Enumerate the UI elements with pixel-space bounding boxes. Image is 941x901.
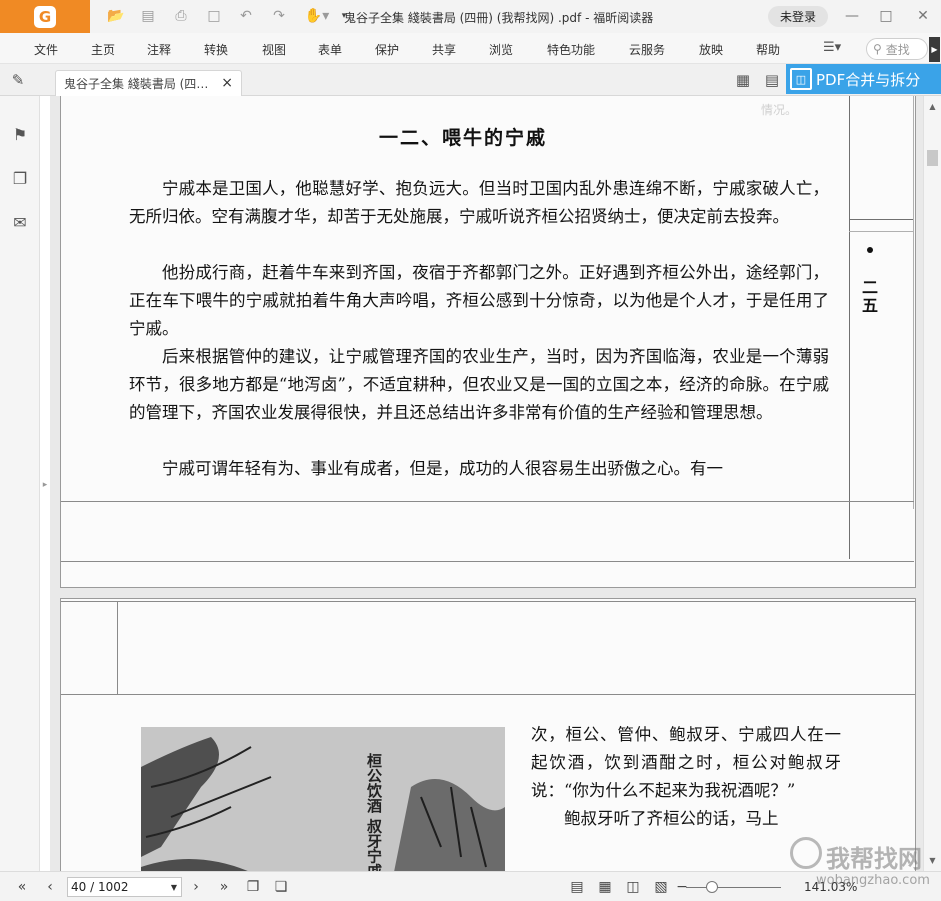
paragraph: 次，桓公、管仲、鲍叔牙、宁戚四人在一起饮酒，饮到酒酣之时，桓公对鲍叔牙说：“你为… — [531, 725, 841, 800]
paragraph: 宁戚本是卫国人，他聪慧好学、抱负远大。但当时卫国内乱外患连绵不断，宁戚家破人亡，… — [129, 179, 829, 226]
window-title: 鬼谷子全集 綫裝書局 (四冊) (我帮找网) .pdf - 福昕阅读器 — [344, 11, 654, 25]
app-logo[interactable]: G — [0, 0, 90, 33]
menu-bar: 文件 主页 注释 转换 视图 表单 保护 共享 浏览 特色功能 云服务 放映 帮… — [0, 33, 941, 64]
tab-label: 鬼谷子全集 綫裝書局 (四冊) (我帮找网) .pdf — [64, 77, 214, 91]
login-button[interactable]: 未登录 — [768, 6, 828, 27]
menu-slideshow[interactable]: 放映 — [699, 41, 723, 58]
sidebar-expand-icon[interactable]: ▸ — [40, 478, 50, 492]
menu-form[interactable]: 表单 — [318, 41, 342, 58]
document-view[interactable]: 情况。 二五 一二、喂牛的宁戚 宁戚本是卫国人，他聪慧好学、抱负远大。但当时卫国… — [50, 96, 923, 871]
promo-label: PDF合并与拆分 — [816, 70, 921, 89]
ribbon-expand-icon[interactable]: ▶ — [929, 37, 940, 62]
menu-file[interactable]: 文件 — [34, 41, 58, 58]
menu-protect[interactable]: 保护 — [375, 41, 399, 58]
pdf-page-25: 情况。 二五 一二、喂牛的宁戚 宁戚本是卫国人，他聪慧好学、抱负远大。但当时卫国… — [60, 96, 916, 588]
paragraph: 后来根据管仲的建议，让宁戚管理齐国的农业生产，当时，因为齐国临海，农业是一个薄弱… — [129, 347, 829, 422]
foxit-logo-icon: G — [34, 5, 56, 28]
minimize-icon[interactable]: — — [840, 5, 864, 27]
ink-illustration: 桓公饮酒 叔牙宁戚 — [141, 727, 505, 871]
menu-share[interactable]: 共享 — [432, 41, 456, 58]
scroll-thumb[interactable] — [927, 150, 938, 166]
paragraph: 鲍叔牙听了齐桓公的话，马上 — [564, 809, 779, 828]
scroll-up-icon[interactable]: ▲ — [924, 98, 941, 114]
document-tab[interactable]: 鬼谷子全集 綫裝書局 (四冊) (我帮找网) .pdf × — [55, 70, 242, 96]
zoom-slider[interactable] — [686, 887, 781, 888]
page-border-line — [61, 501, 914, 502]
previous-view-icon[interactable]: ❐ — [243, 877, 263, 897]
menu-browse[interactable]: 浏览 — [489, 41, 513, 58]
page-border-line — [61, 694, 915, 695]
watermark-text: 我帮找网 — [826, 845, 922, 873]
page-border-line — [117, 602, 118, 695]
maximize-icon[interactable]: □ — [874, 5, 898, 27]
edit-icon[interactable]: ✎ — [8, 70, 28, 90]
menu-cloud[interactable]: 云服务 — [629, 41, 665, 58]
comments-icon[interactable]: ✉ — [10, 212, 30, 232]
watermark-url: wobangzhao.com — [816, 873, 930, 888]
search-input[interactable]: ⚲ 查找 — [866, 38, 928, 60]
close-window-icon[interactable]: ✕ — [911, 5, 935, 27]
page-number-value: 40 / 1002 — [71, 880, 129, 894]
page-border-line — [913, 96, 914, 509]
merge-split-icon: ◫ — [790, 68, 812, 90]
single-page-view-icon[interactable]: ▤ — [567, 877, 587, 897]
reading-mode-icon[interactable]: ▤ — [762, 70, 782, 90]
page-text: 次，桓公、管仲、鲍叔牙、宁戚四人在一起饮酒，饮到酒酣之时，桓公对鲍叔牙说：“你为… — [531, 721, 841, 833]
print-icon[interactable]: ⎙ — [171, 6, 191, 26]
magnifier-logo-icon — [790, 837, 822, 869]
page-dropdown-icon[interactable]: ▼ — [171, 883, 177, 892]
menu-comment[interactable]: 注释 — [147, 41, 171, 58]
search-placeholder: 查找 — [885, 42, 910, 57]
facing-view-icon[interactable]: ◫ — [623, 877, 643, 897]
grid-view-icon[interactable]: ▦ — [733, 70, 753, 90]
open-icon[interactable]: 📂 — [106, 6, 126, 26]
page-number: 二五 — [861, 278, 878, 315]
new-icon[interactable]: □ — [204, 6, 224, 26]
hand-tool-icon[interactable]: ✋▾ — [302, 6, 332, 26]
search-options-icon[interactable]: ☰▾ — [823, 40, 841, 55]
page-border-line — [61, 601, 915, 602]
pages-icon[interactable]: ❐ — [10, 168, 30, 188]
page-border-line — [849, 219, 913, 220]
page-marker-dot — [867, 247, 873, 253]
bookmark-icon[interactable]: ⚑ — [10, 124, 30, 144]
redo-icon[interactable]: ↷ — [269, 6, 289, 26]
menu-features[interactable]: 特色功能 — [547, 41, 595, 58]
page-border-line — [849, 96, 850, 559]
menu-home[interactable]: 主页 — [91, 41, 115, 58]
zoom-slider-handle[interactable] — [706, 881, 718, 893]
undo-icon[interactable]: ↶ — [236, 6, 256, 26]
page-border-line — [849, 231, 913, 232]
page-border-line — [61, 561, 914, 562]
pdf-page-26: 桓公饮酒 叔牙宁戚 次，桓公、管仲、鲍叔牙、宁戚四人在一起饮酒，饮到酒酣之时，桓… — [60, 598, 916, 871]
next-view-icon[interactable]: ❏ — [271, 877, 291, 897]
search-icon: ⚲ — [873, 42, 882, 56]
paragraph: 宁戚可谓年轻有为、事业有成者，但是，成功的人很容易生出骄傲之心。有一 — [162, 459, 723, 478]
chapter-title: 一二、喂牛的宁戚 — [379, 127, 548, 149]
left-sidebar: ⚑ ❐ ✉ — [0, 96, 40, 871]
next-page-icon[interactable]: › — [186, 877, 206, 897]
menu-convert[interactable]: 转换 — [204, 41, 228, 58]
tab-close-icon[interactable]: × — [221, 75, 233, 91]
site-watermark: 我帮找网 wobangzhao.com — [790, 835, 940, 897]
prev-page-icon[interactable]: ‹ — [40, 877, 60, 897]
first-page-icon[interactable]: « — [12, 877, 32, 897]
vertical-scrollbar[interactable]: ▲ ▼ — [923, 96, 941, 871]
paragraph: 他扮成行商，赶着牛车来到齐国，夜宿于齐都郭门之外。正好遇到齐桓公外出，途经郭门，… — [129, 263, 829, 338]
title-bar: G 📂 ▤ ⎙ □ ↶ ↷ ✋▾ ▾ 鬼谷子全集 綫裝書局 (四冊) (我帮找网… — [0, 0, 941, 33]
page-number-input[interactable]: 40 / 1002 ▼ — [67, 877, 182, 897]
save-icon[interactable]: ▤ — [138, 6, 158, 26]
menu-view[interactable]: 视图 — [262, 41, 286, 58]
bleed-through-text: 情况。 — [761, 103, 798, 117]
tree-sketch — [141, 727, 505, 871]
menu-help[interactable]: 帮助 — [756, 41, 780, 58]
continuous-facing-view-icon[interactable]: ▧ — [651, 877, 671, 897]
illustration-caption: 桓公饮酒 叔牙宁戚 — [365, 753, 383, 871]
last-page-icon[interactable]: » — [214, 877, 234, 897]
pdf-merge-split-button[interactable]: ◫ PDF合并与拆分 — [786, 64, 941, 94]
continuous-view-icon[interactable]: ▦ — [595, 877, 615, 897]
